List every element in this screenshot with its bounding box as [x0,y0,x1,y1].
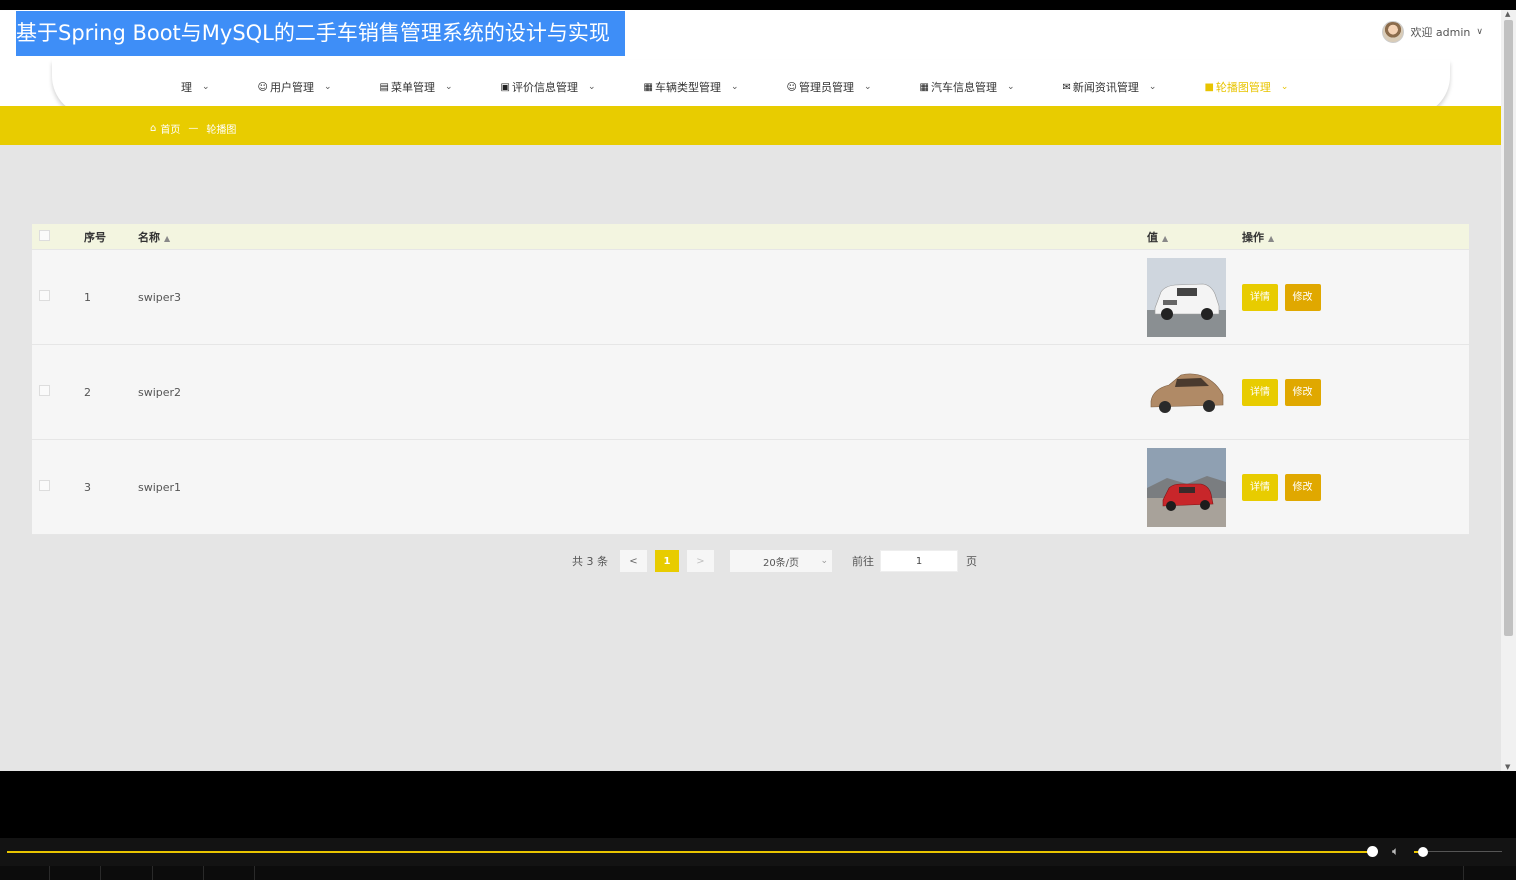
edit-button[interactable]: 修改 [1284,378,1321,406]
table-row: 1 swiper3 详情 修改 [32,250,1469,345]
page-1-button[interactable]: 1 [655,550,679,572]
avatar[interactable] [1382,21,1405,43]
breadcrumb-home[interactable]: 首页 [160,121,180,136]
volume-knob[interactable] [1418,847,1428,857]
nav-item-admins[interactable]: ☺ 管理员管理 ⌄ [787,79,872,95]
sort-icon[interactable]: ▲︎ [164,234,170,243]
page-vertical-scrollbar[interactable]: ▲ ▼ [1501,10,1516,771]
home-icon[interactable]: ⌂ [150,123,156,134]
user-menu[interactable]: 欢迎 admin ∨ [1382,21,1483,43]
news-icon: ✉ [1062,81,1071,93]
table-row: 3 swiper1 详情 修改 [32,440,1469,535]
detail-button[interactable]: 详情 [1242,473,1278,501]
sort-icon[interactable]: ▲︎ [1268,234,1274,243]
nav-item-carousel[interactable]: ■ 轮播图管理 ⌄ [1204,79,1288,95]
sort-icon[interactable]: ▲︎ [1162,234,1168,243]
edit-button[interactable]: 修改 [1284,283,1321,311]
chevron-down-icon[interactable]: ∨ [1476,27,1483,37]
taskbar [0,866,1516,880]
table-row: 2 swiper2 详情 修改 [32,345,1469,440]
scroll-down-icon[interactable]: ▼ [1505,763,1510,771]
grid-icon: ▦ [919,81,929,93]
chevron-down-icon: ⌄ [444,82,453,92]
carousel-icon: ■ [1204,81,1214,93]
nav-item-partial[interactable]: 理 ⌄ [181,79,210,95]
chevron-down-icon: ⌄ [1280,82,1289,92]
row-index: 1 [84,290,91,304]
total-count: 共 3 条 [572,555,608,568]
bronze-sedan-image[interactable] [1147,352,1226,432]
scrollbar-thumb[interactable] [1504,20,1513,636]
row-index: 3 [84,480,91,494]
nav-item-menus[interactable]: ▤ 菜单管理 ⌄ [380,79,453,95]
row-name: swiper3 [138,290,182,304]
page-suffix: 页 [966,555,977,568]
select-all-checkbox[interactable] [39,229,50,241]
breadcrumb-separator: — [188,123,199,134]
goto-page-input[interactable]: 1 [880,550,958,572]
edit-button[interactable]: 修改 [1284,473,1321,501]
scroll-up-icon[interactable]: ▲ [1505,10,1510,18]
admin-icon: ☺ [786,81,797,93]
col-name[interactable]: 名称 ▲︎ [138,229,1147,245]
carousel-table: 序号 名称 ▲︎ 值 ▲︎ 操作 ▲︎ 1 swiper3 详情 修改 2 sw… [32,224,1469,535]
detail-button[interactable]: 详情 [1242,378,1278,406]
nav-item-news[interactable]: ✉ 新闻资讯管理 ⌄ [1063,79,1157,95]
chevron-down-icon: ⌄ [1006,82,1015,92]
user-icon: ☺ [257,81,268,93]
prev-page-button[interactable]: < [620,550,647,572]
progress-bar[interactable] [7,851,1372,853]
menu-icon: ▤ [379,81,389,93]
page-size-select[interactable]: 20条/页 ⌄ [730,550,832,572]
next-page-button[interactable]: > [687,550,714,572]
chevron-down-icon: ⌄ [1148,82,1157,92]
app-title: 基于Spring Boot与MySQL的二手车销售管理系统的设计与实现 [16,11,625,56]
row-checkbox[interactable] [39,385,50,396]
nav-item-cars[interactable]: ▦ 汽车信息管理 ⌄ [920,79,1015,95]
col-index: 序号 [84,230,106,244]
nav-item-ratings[interactable]: ▣ 评价信息管理 ⌄ [501,79,596,95]
row-index: 2 [84,385,91,399]
table-header: 序号 名称 ▲︎ 值 ▲︎ 操作 ▲︎ [32,224,1469,250]
breadcrumb-current: 轮播图 [206,125,237,136]
row-name: swiper2 [138,385,182,399]
chevron-down-icon: ⌄ [863,82,872,92]
col-value[interactable]: 值 ▲︎ [1147,229,1242,245]
white-suv-image[interactable] [1147,257,1226,337]
pagination: 共 3 条 < 1 > 20条/页 ⌄ 前往 1 页 [572,550,977,572]
grid-icon: ▦ [643,81,653,93]
row-checkbox[interactable] [39,290,50,301]
goto-label: 前往 [852,555,874,568]
breadcrumb: ⌂ 首页 — 轮播图 [150,121,236,136]
row-checkbox[interactable] [39,480,50,491]
chevron-down-icon: ⌄ [202,82,210,92]
row-name: swiper1 [138,480,182,494]
detail-button[interactable]: 详情 [1242,283,1278,311]
chevron-down-icon: ⌄ [820,556,828,566]
chevron-down-icon: ⌄ [730,82,739,92]
rating-icon: ▣ [500,81,510,93]
volume-icon[interactable]: 🔈︎ [1392,844,1399,859]
top-nav: 理 ⌄ ☺ 用户管理 ⌄ ▤ 菜单管理 ⌄ ▣ 评价信息管理 ⌄ ▦ 车辆类型管理 ⌄ ☺ 管理员管… [160,76,1288,98]
nav-item-vehicle-types[interactable]: ▦ 车辆类型管理 ⌄ [644,79,739,95]
welcome-text[interactable]: 欢迎 admin [1410,24,1470,40]
nav-item-users[interactable]: ☺ 用户管理 ⌄ [258,79,332,95]
col-actions[interactable]: 操作 ▲︎ [1242,229,1469,245]
chevron-down-icon: ⌄ [323,82,332,92]
browser-viewport: 基于Spring Boot与MySQL的二手车销售管理系统的设计与实现 欢迎 a… [0,10,1501,771]
progress-knob[interactable] [1367,846,1378,857]
chevron-down-icon: ⌄ [587,82,596,92]
red-suv-image[interactable] [1147,447,1226,527]
